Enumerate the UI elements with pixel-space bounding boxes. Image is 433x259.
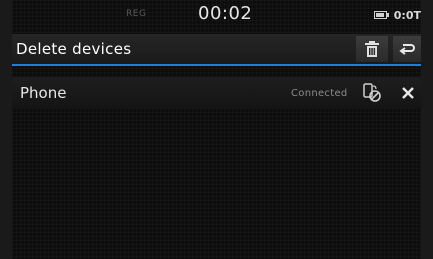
status-indicators: 0:0T: [373, 7, 421, 23]
title-bar: Delete devices: [12, 34, 421, 66]
status-signal-text: 0:0T: [393, 8, 421, 22]
close-icon: [402, 87, 414, 99]
back-icon: [399, 44, 415, 55]
trash-icon: [365, 41, 379, 57]
remove-device-button[interactable]: [395, 77, 421, 109]
status-reg-label: REG: [126, 9, 147, 19]
page-title: Delete devices: [16, 40, 132, 58]
back-button[interactable]: [393, 36, 421, 62]
device-row[interactable]: Phone Connected: [12, 77, 421, 109]
status-bar: REG 00:02 0:0T: [12, 0, 421, 30]
status-clock: 00:02: [198, 3, 253, 24]
device-name: Phone: [20, 84, 67, 102]
device-status: Connected: [291, 88, 348, 99]
delete-all-button[interactable]: [356, 36, 388, 62]
screen: REG 00:02 0:0T Delete devices Phone Conn…: [12, 0, 421, 259]
battery-icon: [373, 11, 390, 19]
phone-connected-icon: [363, 83, 381, 102]
